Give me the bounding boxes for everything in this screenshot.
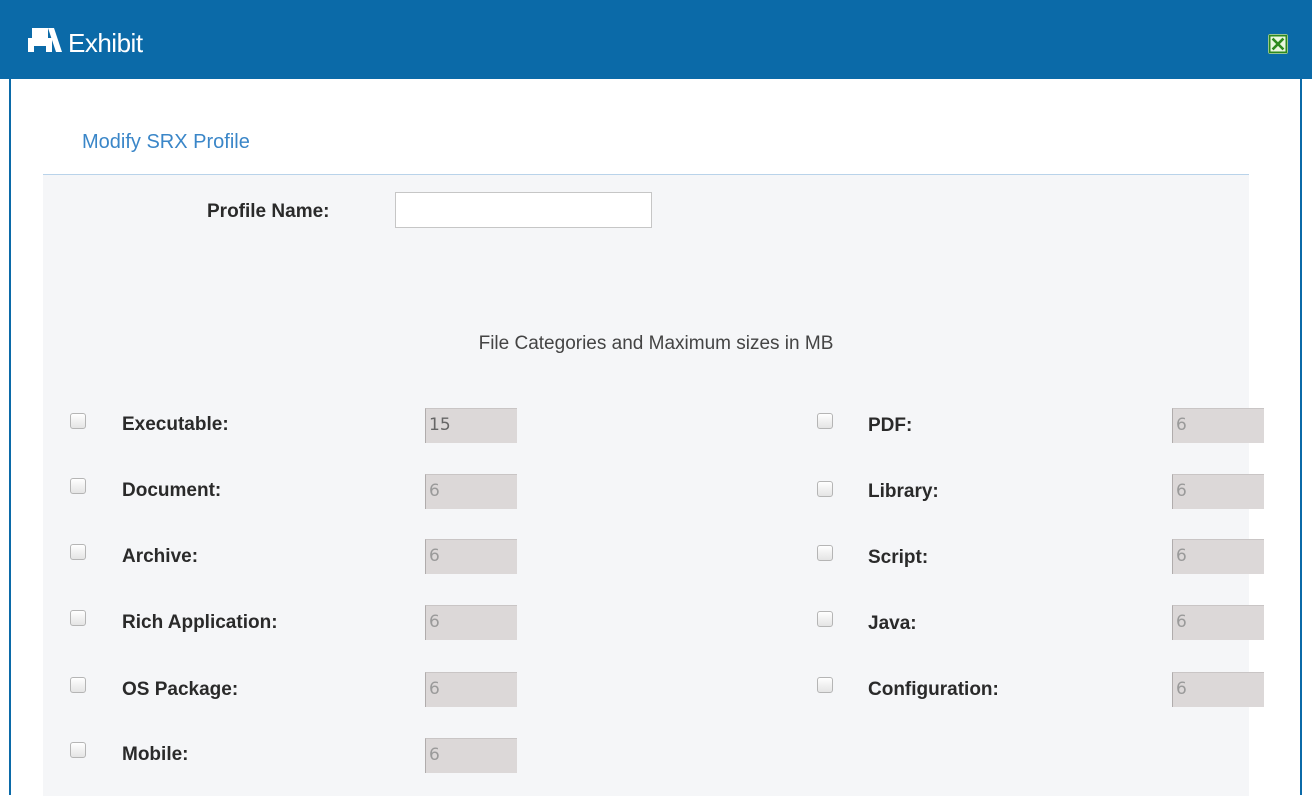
script-label: Script: bbox=[868, 547, 929, 568]
configuration-size-input[interactable]: 6 bbox=[1172, 672, 1264, 707]
rich-application-size-input[interactable]: 6 bbox=[425, 605, 517, 640]
categories-heading: File Categories and Maximum sizes in MB bbox=[478, 333, 834, 354]
archive-label: Archive: bbox=[122, 546, 199, 567]
configuration-label: Configuration: bbox=[868, 679, 999, 700]
title-bar: Exhibit bbox=[0, 0, 1312, 79]
library-label: Library: bbox=[868, 481, 939, 502]
rich-application-checkbox[interactable] bbox=[70, 610, 86, 626]
pdf-checkbox[interactable] bbox=[817, 413, 833, 429]
java-label: Java: bbox=[868, 613, 917, 634]
mobile-label: Mobile: bbox=[122, 744, 189, 765]
mobile-size-input[interactable]: 6 bbox=[425, 738, 517, 773]
os-package-size-input[interactable]: 6 bbox=[425, 672, 517, 707]
library-size-input[interactable]: 6 bbox=[1172, 474, 1264, 509]
java-checkbox[interactable] bbox=[817, 611, 833, 627]
close-button[interactable] bbox=[1268, 34, 1288, 54]
section-title: Modify SRX Profile bbox=[82, 131, 250, 153]
rich-application-label: Rich Application: bbox=[122, 612, 278, 633]
configuration-checkbox[interactable] bbox=[817, 677, 833, 693]
os-package-checkbox[interactable] bbox=[70, 677, 86, 693]
profile-name-input[interactable] bbox=[395, 192, 652, 228]
window-title: Exhibit bbox=[68, 28, 143, 58]
document-size-input[interactable]: 6 bbox=[425, 474, 517, 509]
exhibit-dialog: Exhibit Modify SRX Profile Profile Name:… bbox=[0, 0, 1312, 796]
java-size-input[interactable]: 6 bbox=[1172, 605, 1264, 640]
os-package-label: OS Package: bbox=[122, 679, 239, 700]
script-size-input[interactable]: 6 bbox=[1172, 539, 1264, 574]
archive-size-input[interactable]: 6 bbox=[425, 539, 517, 574]
executable-label: Executable: bbox=[122, 414, 229, 435]
profile-name-label: Profile Name: bbox=[207, 201, 330, 222]
script-checkbox[interactable] bbox=[817, 545, 833, 561]
executable-checkbox[interactable] bbox=[70, 413, 86, 429]
library-checkbox[interactable] bbox=[817, 481, 833, 497]
printer-icon bbox=[28, 28, 62, 52]
archive-checkbox[interactable] bbox=[70, 544, 86, 560]
mobile-checkbox[interactable] bbox=[70, 742, 86, 758]
document-label: Document: bbox=[122, 480, 222, 501]
executable-size-input[interactable]: 15 bbox=[425, 408, 517, 443]
pdf-label: PDF: bbox=[868, 415, 913, 436]
close-icon bbox=[1268, 34, 1288, 54]
pdf-size-input[interactable]: 6 bbox=[1172, 408, 1264, 443]
document-checkbox[interactable] bbox=[70, 478, 86, 494]
